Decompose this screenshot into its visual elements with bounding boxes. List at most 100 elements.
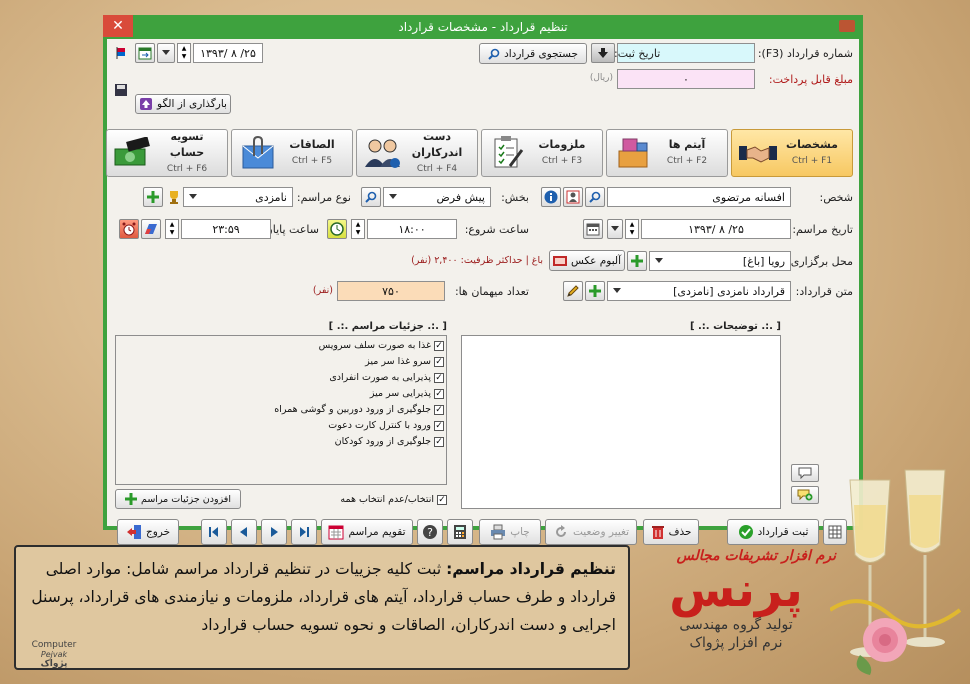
detail-checkbox[interactable]: ✓ bbox=[434, 388, 444, 399]
select-all-checkbox[interactable]: ✓ bbox=[437, 494, 447, 505]
end-time-spinner[interactable]: ▲ ▼ bbox=[165, 219, 179, 239]
search-contract-button[interactable]: جستجوی قرارداد bbox=[479, 43, 587, 64]
caption-panel: تنظیم قرارداد مراسم: ثبت کلیه جزییات در … bbox=[14, 545, 630, 670]
start-time-input[interactable]: ۱۸:۰۰ bbox=[367, 219, 457, 239]
person-card-button[interactable] bbox=[563, 187, 583, 207]
brand-line1: تولید گروه مهندسی bbox=[679, 617, 793, 633]
load-template-button[interactable]: بارگذاری از الگو bbox=[135, 94, 231, 114]
register-date-input[interactable]: ۱۳۹۳/ ۸ /۲۵ bbox=[193, 43, 263, 63]
register-date-today-button[interactable] bbox=[135, 43, 155, 63]
delete-button[interactable]: حذف bbox=[643, 519, 699, 545]
section-value: پیش فرض bbox=[436, 190, 485, 204]
detail-checkbox[interactable]: ✓ bbox=[434, 436, 444, 447]
detail-checkbox[interactable]: ✓ bbox=[434, 356, 444, 367]
arrow-down-icon bbox=[598, 48, 608, 58]
guests-input[interactable]: ۷۵۰ bbox=[337, 281, 445, 301]
next-record-button[interactable] bbox=[261, 519, 287, 545]
person-input[interactable]: افسانه مرتضوی bbox=[607, 187, 791, 207]
section-select[interactable]: پیش فرض bbox=[383, 187, 491, 207]
register-date-dropdown[interactable] bbox=[157, 43, 175, 63]
boxes-icon bbox=[618, 138, 648, 168]
detail-checkbox[interactable]: ✓ bbox=[434, 420, 444, 431]
calendar-icon bbox=[138, 47, 152, 60]
tab-requirements[interactable]: ملزومات Ctrl + F3 bbox=[481, 129, 603, 177]
end-time-input[interactable]: ۲۳:۵۹ bbox=[181, 219, 271, 239]
tab-details[interactable]: مشخصات Ctrl + F1 bbox=[731, 129, 853, 177]
change-status-button[interactable]: تغییر وضعیت bbox=[545, 519, 637, 545]
plus-icon bbox=[147, 191, 159, 203]
tab-attachments[interactable]: الصاقات Ctrl + F5 bbox=[231, 129, 353, 177]
end-time-alarm-button[interactable] bbox=[119, 219, 139, 239]
register-date-spinner[interactable]: ▲ ▼ bbox=[177, 43, 191, 63]
contract-number-label: شماره قرارداد (F3): bbox=[757, 47, 853, 60]
ceremony-type-select[interactable]: نامزدی bbox=[183, 187, 293, 207]
title-bar: تنظیم قرارداد - مشخصات قرارداد ✕ bbox=[103, 15, 859, 39]
handshake-icon bbox=[739, 146, 777, 163]
save-disk-icon bbox=[115, 84, 127, 96]
calculator-icon bbox=[454, 525, 466, 539]
detail-item[interactable]: ✓ غذا به صورت سلف سرویس bbox=[274, 338, 444, 353]
trash-icon bbox=[651, 526, 664, 539]
check-circle-icon bbox=[738, 525, 753, 539]
detail-item[interactable]: ✓ پذیرایی سر میز bbox=[274, 386, 444, 401]
tab-items[interactable]: آیتم ها Ctrl + F2 bbox=[606, 129, 728, 177]
venue-select[interactable]: رویا [باغ] bbox=[649, 251, 791, 271]
tab-staff[interactable]: دست اندرکاران Ctrl + F4 bbox=[356, 129, 478, 177]
chevron-down-icon bbox=[189, 194, 197, 199]
ceremony-date-input[interactable]: ۱۳۹۳/ ۸ /۲۵ bbox=[641, 219, 791, 239]
first-record-button[interactable] bbox=[201, 519, 227, 545]
close-button[interactable]: ✕ bbox=[103, 15, 133, 37]
detail-checkbox[interactable]: ✓ bbox=[434, 372, 444, 383]
contract-text-edit-button[interactable] bbox=[563, 281, 583, 301]
search-icon bbox=[589, 191, 601, 203]
detail-checkbox[interactable]: ✓ bbox=[434, 340, 444, 351]
detail-checkbox[interactable]: ✓ bbox=[434, 404, 444, 415]
note-add-button[interactable] bbox=[791, 486, 819, 504]
detail-item[interactable]: ✓ جلوگیری از ورود کودکان bbox=[274, 434, 444, 449]
ceremony-date-dropdown[interactable] bbox=[607, 219, 623, 239]
corner-logo-text: Computer bbox=[31, 640, 77, 650]
select-all-toggle[interactable]: ✓ انتخاب/عدم انتخاب همه bbox=[340, 492, 447, 507]
detail-item[interactable]: ✓ جلوگیری از ورود دوربین و گوشی همراه bbox=[274, 402, 444, 417]
contract-text-select[interactable]: قرارداد نامزدی [نامزدی] bbox=[607, 281, 791, 301]
end-time-clear-button[interactable] bbox=[141, 219, 161, 239]
save-contract-button[interactable]: ثبت قرارداد bbox=[727, 519, 819, 545]
venue-add-button[interactable] bbox=[627, 251, 647, 271]
contract-text-add-button[interactable] bbox=[585, 281, 605, 301]
chevron-down-icon bbox=[389, 194, 397, 199]
calculator-button[interactable] bbox=[447, 519, 473, 545]
photo-album-button[interactable]: آلبوم عکس bbox=[549, 250, 625, 271]
person-info-button[interactable] bbox=[541, 187, 561, 207]
person-search-button[interactable] bbox=[585, 187, 605, 207]
note-comment-button[interactable] bbox=[791, 464, 819, 482]
skip-start-icon bbox=[209, 527, 218, 537]
ceremony-date-spinner[interactable]: ▲ ▼ bbox=[625, 219, 639, 239]
money-icon bbox=[114, 137, 150, 166]
detail-item[interactable]: ✓ پذیرایی به صورت انفرادی bbox=[274, 370, 444, 385]
print-button[interactable]: چاپ bbox=[479, 519, 541, 545]
ceremony-calendar-bottom-button[interactable]: تقویم مراسم bbox=[321, 519, 413, 545]
ceremony-type-value: نامزدی bbox=[255, 190, 287, 204]
tab-settlement[interactable]: تسویه حساب Ctrl + F6 bbox=[106, 129, 228, 177]
notes-textarea[interactable] bbox=[461, 335, 781, 509]
previous-record-button[interactable] bbox=[231, 519, 257, 545]
help-button[interactable]: ? bbox=[417, 519, 443, 545]
ceremony-type-add-button[interactable] bbox=[143, 187, 163, 207]
window-title: تنظیم قرارداد - مشخصات قرارداد bbox=[398, 20, 568, 34]
ceremony-calendar-button[interactable] bbox=[583, 219, 603, 239]
go-button[interactable] bbox=[591, 43, 615, 63]
detail-item[interactable]: ✓ ورود با کنترل کارت دعوت bbox=[274, 418, 444, 433]
plus-icon bbox=[631, 255, 643, 267]
last-record-button[interactable] bbox=[291, 519, 317, 545]
start-time-spinner[interactable]: ▲ ▼ bbox=[351, 219, 365, 239]
tab-details-label: مشخصات bbox=[786, 138, 838, 151]
venue-label: محل برگزاری: bbox=[787, 255, 853, 268]
detail-item[interactable]: ✓ سرو غذا سر میز bbox=[274, 354, 444, 369]
play-right-icon bbox=[271, 527, 278, 537]
exit-button[interactable]: خروج bbox=[117, 519, 179, 545]
add-details-button[interactable]: افزودن جزئیات مراسم bbox=[115, 489, 241, 509]
chevron-down-icon bbox=[613, 288, 621, 293]
pencil-icon bbox=[567, 285, 579, 297]
section-search-button[interactable] bbox=[361, 187, 381, 207]
start-time-now-button[interactable] bbox=[327, 219, 347, 239]
